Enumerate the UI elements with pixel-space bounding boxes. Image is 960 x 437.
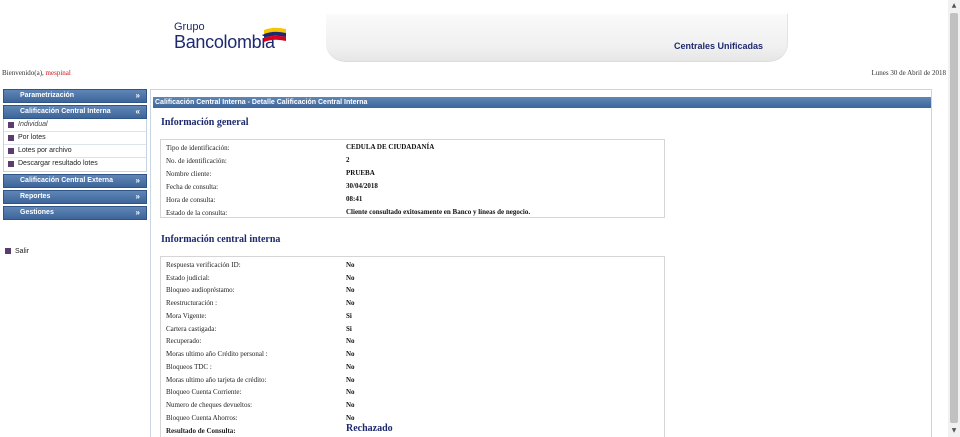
field-value: PRUEBA — [346, 169, 375, 177]
logout-link[interactable]: Salir — [3, 247, 29, 256]
field-value: Cliente consultado exitosamente en Banco… — [346, 208, 531, 216]
sidebar-menu: Parametrización » Calificación Central I… — [3, 89, 147, 222]
field-value: No — [346, 363, 355, 371]
field-label: Estado de la consulta: — [166, 209, 228, 217]
field-label: Bloqueo Cuenta Corriente: — [166, 388, 242, 396]
submenu-item-label: Individual — [18, 121, 48, 128]
bancolombia-logo: Grupo Bancolombia — [174, 22, 275, 52]
field-label: Numero de cheques devueltos: — [166, 401, 253, 409]
menu-section-calificacion-interna[interactable]: Calificación Central Interna « — [3, 105, 147, 119]
logout-label: Salir — [15, 248, 30, 255]
bullet-icon — [8, 135, 14, 141]
menu-section-label: Calificación Central Interna — [20, 108, 111, 115]
menu-section-calificacion-externa[interactable]: Calificación Central Externa » — [3, 174, 147, 188]
current-date: Lunes 30 de Abril de 2018 — [871, 69, 946, 77]
field-value: No — [346, 337, 355, 345]
field-value: No — [346, 350, 355, 358]
field-value: No — [346, 274, 355, 282]
field-label: Cartera castigada: — [166, 325, 217, 333]
field-value: No — [346, 286, 355, 294]
menu-section-parametrizacion[interactable]: Parametrización » — [3, 89, 147, 103]
submenu-item-label: Por lotes — [18, 134, 46, 141]
welcome-prefix: Bienvenido(a), — [2, 69, 46, 77]
chevron-down-icon: » — [135, 176, 140, 185]
field-label: Moras ultimo año Crédito personal : — [166, 350, 268, 358]
chevron-up-icon: « — [135, 107, 140, 116]
field-label: Hora de consulta: — [166, 196, 216, 204]
header-banner: Centrales Unificadas — [326, 14, 788, 62]
result-value: Rechazado — [346, 423, 393, 434]
bullet-icon — [5, 248, 11, 254]
central-info-title: Información central interna — [161, 234, 281, 245]
menu-section-label: Gestiones — [20, 209, 54, 216]
scroll-up-icon[interactable]: ▲ — [948, 0, 960, 12]
welcome-text: Bienvenido(a), mespinal — [2, 69, 71, 77]
field-value: Si — [346, 325, 352, 333]
menu-section-gestiones[interactable]: Gestiones » — [3, 206, 147, 220]
panel-breadcrumb: Calificación Central Interna - Detalle C… — [153, 97, 931, 108]
field-value: 30/04/2018 — [346, 182, 378, 190]
bullet-icon — [8, 122, 14, 128]
field-value: CEDULA DE CIUDADANÍA — [346, 143, 435, 151]
menu-section-label: Reportes — [20, 193, 51, 200]
central-info-box: Respuesta verificación ID: No Estado jud… — [160, 256, 665, 437]
field-label: Tipo de identificación: — [166, 144, 230, 152]
submenu-item-individual[interactable]: Individual — [4, 119, 146, 132]
field-value: Si — [346, 312, 352, 320]
scrollbar-thumb[interactable] — [950, 13, 958, 423]
submenu-item-label: Descargar resultado lotes — [18, 160, 98, 167]
logo-line-2: Bancolombia — [174, 32, 275, 52]
field-value: No — [346, 414, 355, 422]
bancolombia-flag-icon — [264, 27, 286, 42]
menu-section-label: Parametrización — [20, 92, 75, 99]
field-label: Bloqueos TDC : — [166, 363, 212, 371]
field-label: Nombre cliente: — [166, 170, 212, 178]
welcome-user: mespinal — [45, 69, 71, 77]
general-info-title: Información general — [161, 117, 249, 128]
field-label: Respuesta verificación ID: — [166, 261, 241, 269]
bullet-icon — [8, 161, 14, 167]
chevron-down-icon: » — [135, 91, 140, 100]
chevron-down-icon: » — [135, 208, 140, 217]
field-value: No — [346, 261, 355, 269]
field-label: Reestructuración : — [166, 299, 218, 307]
general-info-box: Tipo de identificación: CEDULA DE CIUDAD… — [160, 139, 665, 218]
menu-section-label: Calificación Central Externa — [20, 177, 113, 184]
field-label: Fecha de consulta: — [166, 183, 219, 191]
submenu-item-lotes-por-archivo[interactable]: Lotes por archivo — [4, 145, 146, 158]
field-value: No — [346, 299, 355, 307]
bullet-icon — [8, 148, 14, 154]
field-label: Moras ultimo año tarjeta de crédito: — [166, 376, 267, 384]
result-label: Resultado de Consulta: — [166, 427, 236, 435]
field-label: Bloqueo Cuenta Ahorros: — [166, 414, 238, 422]
field-label: Estado judicial: — [166, 274, 210, 282]
menu-section-reportes[interactable]: Reportes » — [3, 190, 147, 204]
banner-title: Centrales Unificadas — [673, 41, 763, 51]
scroll-down-icon[interactable]: ▼ — [948, 425, 960, 437]
chevron-down-icon: » — [135, 192, 140, 201]
field-value: No — [346, 376, 355, 384]
field-label: Bloqueo audiopréstamo: — [166, 286, 235, 294]
field-label: Mora Vigente: — [166, 312, 207, 320]
submenu-calificacion-interna: Individual Por lotes Lotes por archivo D… — [3, 119, 147, 172]
field-value: 08:41 — [346, 195, 363, 203]
field-label: Recuperado: — [166, 337, 202, 345]
field-value: No — [346, 401, 355, 409]
submenu-item-por-lotes[interactable]: Por lotes — [4, 132, 146, 145]
field-value: 2 — [346, 156, 350, 164]
field-label: No. de identificación: — [166, 157, 227, 165]
submenu-item-descargar-resultado[interactable]: Descargar resultado lotes — [4, 158, 146, 171]
submenu-item-label: Lotes por archivo — [18, 147, 72, 154]
vertical-scrollbar[interactable]: ▲ ▼ — [948, 0, 960, 437]
field-value: No — [346, 388, 355, 396]
